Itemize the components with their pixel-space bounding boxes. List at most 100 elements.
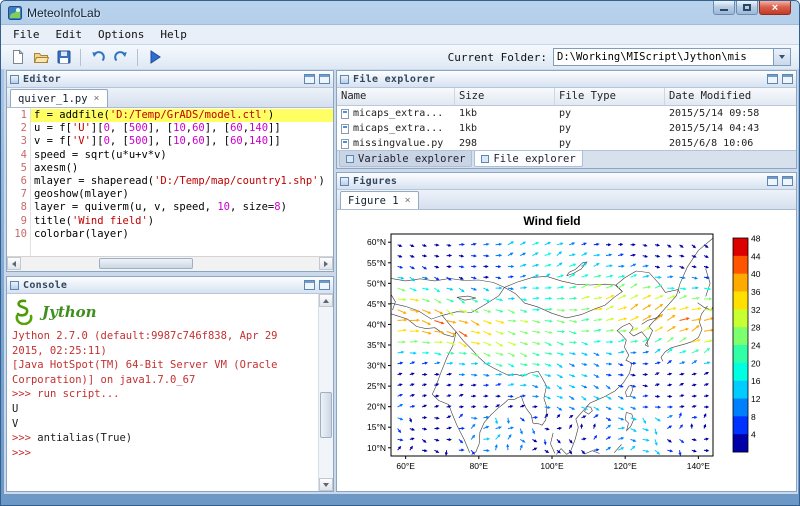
editor-code[interactable]: f = addfile('D:/Temp/GrADS/model.ctl')u … <box>31 108 333 256</box>
editor-panel-header: Editor <box>7 71 333 88</box>
menu-item-edit[interactable]: Edit <box>48 26 91 43</box>
code-token: , [ <box>110 122 129 134</box>
new-script-button[interactable] <box>6 46 29 68</box>
tab-quiver-1-py[interactable]: quiver_1.py × <box>10 89 108 107</box>
console-line: V <box>12 417 313 432</box>
current-folder-zone: Current Folder: D:\Working\MIScript\Jyth… <box>448 48 794 66</box>
column-header-date-modified[interactable]: Date Modified <box>665 88 796 105</box>
console-text: V <box>12 418 18 430</box>
svg-text:35°N: 35°N <box>367 340 386 350</box>
tab-figure-1[interactable]: Figure 1 × <box>340 191 419 209</box>
float-panel-icon[interactable] <box>304 74 315 84</box>
tab-variable-explorer[interactable]: Variable explorer <box>339 151 472 167</box>
console-text: run script... <box>37 388 119 400</box>
tab-file-explorer[interactable]: File explorer <box>474 151 582 167</box>
console-text: >>> <box>12 388 37 400</box>
code-editor[interactable]: 12345678910 f = addfile('D:/Temp/GrADS/m… <box>7 108 333 256</box>
code-line: speed = sqrt(u*u+v*v) <box>31 149 333 162</box>
close-button[interactable]: × <box>759 1 791 15</box>
console-line: U <box>12 402 313 417</box>
file-name: micaps_extra... <box>353 108 443 119</box>
scroll-right-button[interactable] <box>319 257 333 270</box>
scroll-down-button[interactable] <box>319 478 333 491</box>
editor-hscrollbar[interactable] <box>7 256 333 271</box>
toolbar-separator <box>137 49 138 66</box>
console-line: [Java HotSpot(TM) 64-Bit Server VM (Orac… <box>12 358 313 373</box>
table-row[interactable]: micaps_extra...1kbpy2015/5/14 04:43 <box>337 121 796 136</box>
wind-field-figure: Wind field60°E80°E100°E120°E140°E10°N15°… <box>337 210 796 491</box>
float-panel-icon[interactable] <box>767 74 778 84</box>
file-table-body: micaps_extra...1kbpy2015/5/14 09:58micap… <box>337 106 796 150</box>
table-row[interactable]: micaps_extra...1kbpy2015/5/14 09:58 <box>337 106 796 121</box>
workarea: Editor quiver_1.py × 12345678910 f = add… <box>4 69 798 494</box>
chevron-down-icon <box>779 55 785 59</box>
console-output[interactable]: Jython Jython 2.7.0 (default:9987c746f83… <box>7 294 333 491</box>
code-token: ) <box>281 201 287 213</box>
cell-date-modified: 2015/6/8 10:06 <box>665 136 796 150</box>
column-header-file-type[interactable]: File Type <box>555 88 665 105</box>
svg-text:15°N: 15°N <box>367 422 386 432</box>
triangle-up-icon <box>323 299 329 303</box>
undo-button[interactable] <box>86 46 109 68</box>
menu-item-file[interactable]: File <box>5 26 48 43</box>
console-vscrollbar[interactable] <box>318 294 333 491</box>
svg-text:100°E: 100°E <box>540 461 564 471</box>
tab-label: File explorer <box>493 153 575 165</box>
maximize-button[interactable] <box>736 1 758 15</box>
cell-size: 1kb <box>455 121 555 136</box>
line-number: 7 <box>7 188 27 201</box>
tab-label: quiver_1.py <box>18 93 88 105</box>
float-panel-icon[interactable] <box>767 176 778 186</box>
vscroll-thumb[interactable] <box>320 392 332 438</box>
line-number: 3 <box>7 135 27 148</box>
hscroll-thumb[interactable] <box>99 258 193 269</box>
svg-text:60°E: 60°E <box>396 461 415 471</box>
py-file-icon <box>341 139 349 149</box>
line-number: 2 <box>7 122 27 135</box>
line-number: 4 <box>7 149 27 162</box>
save-floppy-icon <box>56 49 72 65</box>
line-number: 9 <box>7 215 27 228</box>
scroll-up-button[interactable] <box>319 294 333 307</box>
cell-name: micaps_extra... <box>337 121 455 136</box>
run-play-icon <box>147 49 163 65</box>
float-panel-icon[interactable] <box>304 280 315 290</box>
menu-item-help[interactable]: Help <box>152 26 195 43</box>
file-table-header: NameSizeFile TypeDate Modified <box>337 88 796 106</box>
titlebar[interactable]: MeteoInfoLab × <box>1 1 799 24</box>
svg-text:50°N: 50°N <box>367 278 386 288</box>
file-explorer-panel: File explorer NameSizeFile TypeDate Modi… <box>336 70 797 169</box>
close-tab-icon[interactable]: × <box>405 195 411 206</box>
maximize-panel-icon[interactable] <box>782 176 793 186</box>
column-header-name[interactable]: Name <box>337 88 455 105</box>
code-line: v = f['V'][0, [500], [10,60], [60,140]] <box>31 135 333 148</box>
current-folder-combobox[interactable]: D:\Working\MIScript\Jython\mis <box>553 48 791 66</box>
py-file-icon <box>341 109 349 119</box>
code-token: 'D:/Temp/map/country1.shp' <box>154 175 318 187</box>
code-token: 'Wind field' <box>72 215 148 227</box>
code-token: 10 <box>173 135 186 147</box>
column-header-size[interactable]: Size <box>455 88 555 105</box>
console-panel: Console Jython Jython 2.7.0 (default:998… <box>6 276 334 492</box>
combobox-dropdown-button[interactable] <box>773 49 790 65</box>
py-file-icon <box>341 124 349 134</box>
open-file-button[interactable] <box>29 46 52 68</box>
run-script-button[interactable] <box>143 46 166 68</box>
redo-button[interactable] <box>109 46 132 68</box>
line-number: 10 <box>7 228 27 241</box>
table-row[interactable]: missingvalue.py298py2015/6/8 10:06 <box>337 136 796 150</box>
maximize-panel-icon[interactable] <box>782 74 793 84</box>
save-file-button[interactable] <box>52 46 75 68</box>
minimize-button[interactable] <box>713 1 735 15</box>
menu-item-options[interactable]: Options <box>90 26 152 43</box>
close-tab-icon[interactable]: × <box>94 93 100 104</box>
maximize-panel-icon[interactable] <box>319 74 330 84</box>
maximize-panel-icon[interactable] <box>319 280 330 290</box>
scroll-left-button[interactable] <box>7 257 21 270</box>
svg-text:28: 28 <box>751 323 761 333</box>
svg-text:80°E: 80°E <box>470 461 489 471</box>
console-text: [Java HotSpot(TM) 64-Bit Server VM (Orac… <box>12 359 278 371</box>
jython-banner: Jython <box>12 298 313 325</box>
code-token: ], [ <box>148 135 173 147</box>
cell-size: 298 <box>455 136 555 150</box>
